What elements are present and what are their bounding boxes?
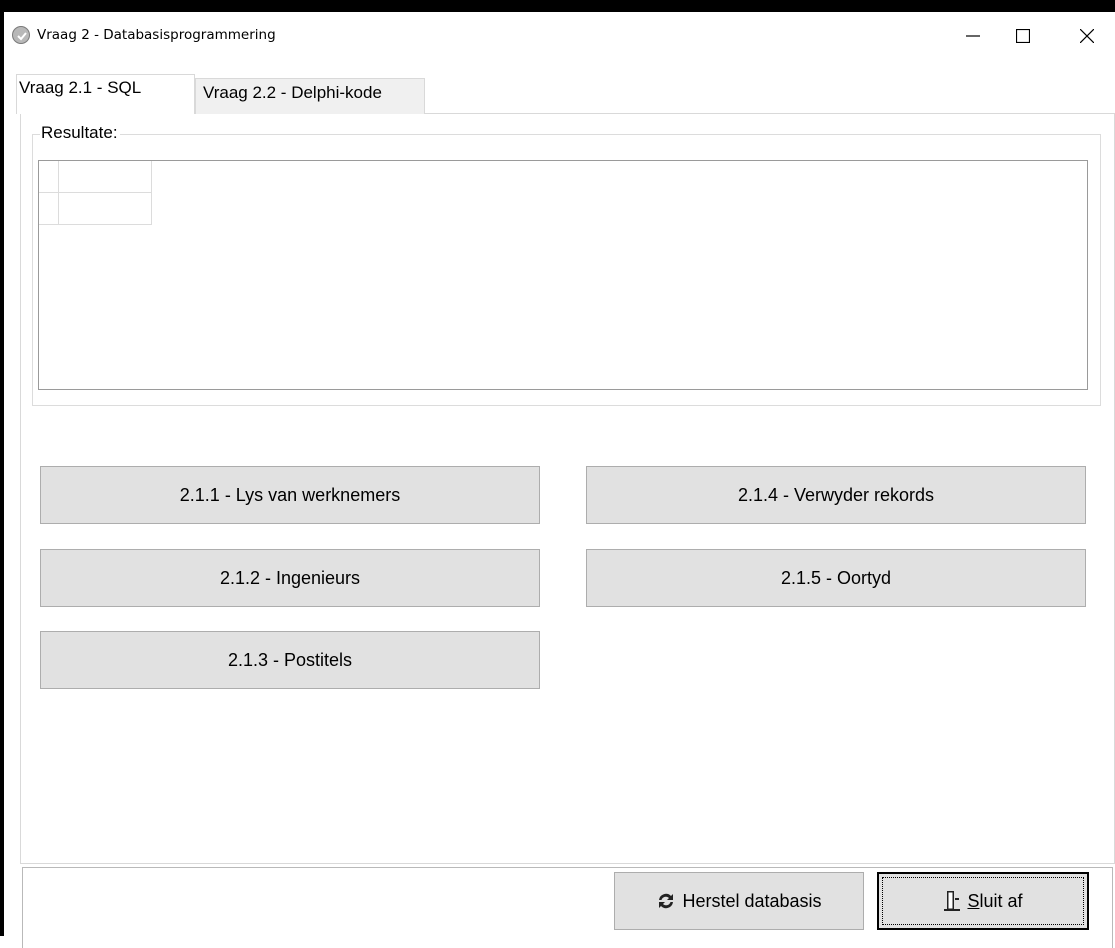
grid-header-cell	[59, 161, 152, 193]
verwyder-rekords-button[interactable]: 2.1.4 - Verwyder rekords	[586, 466, 1086, 524]
herstel-databasis-button[interactable]: Herstel databasis	[614, 872, 864, 930]
sluit-af-label-rest: luit af	[979, 890, 1023, 911]
minimize-button[interactable]	[950, 12, 996, 58]
results-grid[interactable]	[38, 160, 1088, 390]
close-button[interactable]	[1064, 12, 1110, 58]
ingenieurs-button[interactable]: 2.1.2 - Ingenieurs	[40, 549, 540, 607]
grid-indicator-cell	[39, 193, 59, 225]
title-bar: Vraag 2 - Databasisprogrammering	[4, 12, 1115, 58]
lys-van-werknemers-button[interactable]: 2.1.1 - Lys van werknemers	[40, 466, 540, 524]
oortyd-button[interactable]: 2.1.5 - Oortyd	[586, 549, 1086, 607]
exit-door-icon	[944, 891, 961, 911]
app-window: Vraag 2 - Databasisprogrammering Vraag 2…	[0, 0, 1115, 948]
sluit-af-hotkey: S	[967, 890, 980, 911]
sluit-af-button[interactable]: Sluit af	[877, 872, 1089, 930]
postitels-button[interactable]: 2.1.3 - Postitels	[40, 631, 540, 689]
grid-data-cell[interactable]	[59, 193, 152, 225]
maximize-icon	[1016, 29, 1030, 43]
grid-indicator-cell	[39, 161, 59, 193]
refresh-icon	[659, 893, 674, 909]
sluit-af-label: Sluit af	[967, 891, 1022, 912]
app-check-icon	[12, 26, 30, 44]
maximize-button[interactable]	[1000, 12, 1046, 58]
herstel-databasis-label: Herstel databasis	[682, 890, 822, 911]
tab-delphi-kode[interactable]: Vraag 2.2 - Delphi-kode	[195, 78, 425, 114]
results-label: Resultate:	[40, 123, 120, 143]
window-title: Vraag 2 - Databasisprogrammering	[37, 27, 276, 43]
close-icon	[1080, 29, 1094, 43]
minimize-icon	[966, 35, 980, 37]
tab-sql[interactable]: Vraag 2.1 - SQL	[16, 74, 195, 114]
